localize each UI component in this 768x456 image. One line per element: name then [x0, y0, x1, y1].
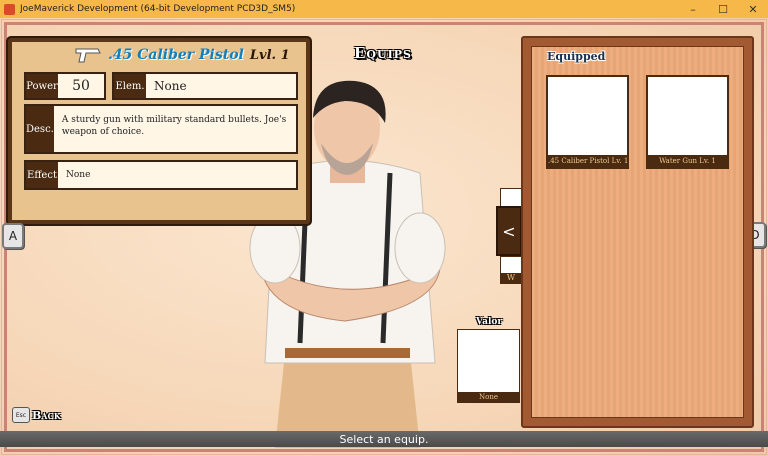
- element-row: Elem. None: [112, 72, 298, 100]
- effect-label: Effect: [26, 162, 58, 188]
- valor-slot[interactable]: None: [457, 329, 520, 403]
- hint-text: Select an equip.: [339, 432, 429, 446]
- power-value: 50: [72, 78, 90, 94]
- back-button[interactable]: Esc Back: [12, 407, 61, 423]
- element-label: Elem.: [114, 74, 146, 98]
- description-label: Desc.: [26, 106, 54, 152]
- weapon-level: Lvl. 1: [249, 47, 290, 63]
- pistol-icon: [75, 48, 101, 63]
- maximize-button[interactable]: ☐: [708, 0, 738, 18]
- power-label: Power: [26, 74, 58, 98]
- slot-caption: W: [501, 273, 521, 283]
- description-text: A sturdy gun with military standard bull…: [61, 115, 287, 137]
- power-row: Power 50: [24, 72, 106, 100]
- back-label: Back: [32, 408, 61, 422]
- element-value: None: [154, 79, 187, 93]
- inventory-slot[interactable]: W: [500, 256, 522, 284]
- description-row: Desc. A sturdy gun with military standar…: [24, 104, 298, 154]
- equipped-slot-caption: .45 Caliber Pistol Lv. 1: [548, 155, 629, 167]
- effect-value: None: [66, 170, 91, 180]
- window-titlebar: JoeMaverick Development (64-bit Developm…: [0, 0, 768, 18]
- close-button[interactable]: ✕: [738, 0, 768, 18]
- equipped-panel: Equipped .45 Caliber Pistol Lv. 1 Water …: [521, 36, 754, 428]
- valor-slot-caption: None: [458, 392, 519, 402]
- window-title: JoeMaverick Development (64-bit Developm…: [20, 4, 296, 14]
- esc-key-icon: Esc: [12, 407, 30, 423]
- inventory-slot-strip: < W: [496, 188, 522, 284]
- app-icon: [4, 3, 15, 15]
- hint-bar: Select an equip.: [0, 431, 768, 447]
- minimize-button[interactable]: –: [678, 0, 708, 18]
- equipped-slot-pistol[interactable]: .45 Caliber Pistol Lv. 1: [546, 75, 629, 169]
- equipped-slot-caption: Water Gun Lv. 1: [648, 155, 727, 167]
- prev-key-button[interactable]: A: [2, 223, 24, 249]
- weapon-info-panel: .45 Caliber Pistol Lvl. 1 Power 50 Elem.…: [8, 38, 310, 224]
- game-viewport: .45 Caliber Pistol Lvl. 1 Power 50 Elem.…: [0, 18, 768, 456]
- slot-arrow-button[interactable]: <: [496, 206, 522, 256]
- equipped-slot-water-gun[interactable]: Water Gun Lv. 1: [646, 75, 729, 169]
- weapon-name: .45 Caliber Pistol: [108, 47, 244, 63]
- equipped-title: Equipped: [547, 50, 606, 63]
- effect-row: Effect None: [24, 160, 298, 190]
- screen-title: Equips: [354, 44, 412, 62]
- weapon-header: .45 Caliber Pistol Lvl. 1: [74, 46, 290, 64]
- valor-label: Valor: [476, 317, 503, 327]
